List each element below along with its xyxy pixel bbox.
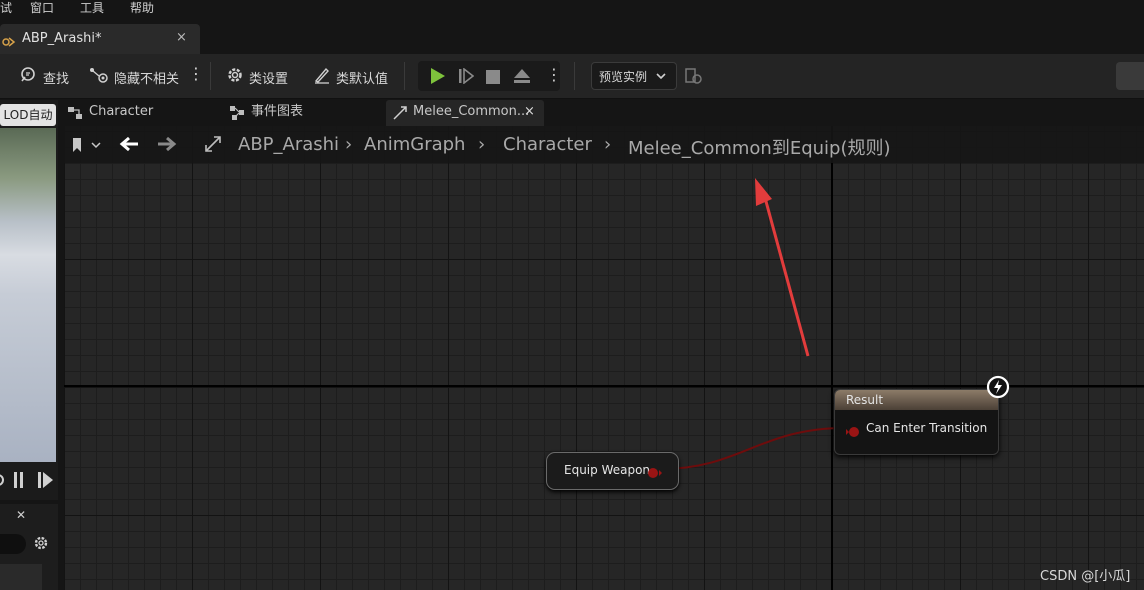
watermark: CSDN @[小瓜] [1040, 569, 1131, 584]
result-node-header: Result [835, 390, 998, 410]
boolean-wire [660, 427, 846, 470]
result-node-title: Result [846, 393, 884, 407]
output-pin-icon[interactable] [647, 464, 663, 483]
can-enter-transition-label: Can Enter Transition [866, 421, 988, 435]
equip-weapon-label: Equip Weapon [564, 463, 651, 477]
equip-weapon-node[interactable]: Equip Weapon [546, 452, 679, 490]
lightning-icon [986, 375, 1010, 403]
result-node[interactable]: Result Can Enter Transition [834, 389, 999, 455]
input-pin-icon[interactable] [845, 423, 861, 442]
graph-overlay [660, 178, 846, 470]
red-annotation-arrow [755, 178, 810, 357]
